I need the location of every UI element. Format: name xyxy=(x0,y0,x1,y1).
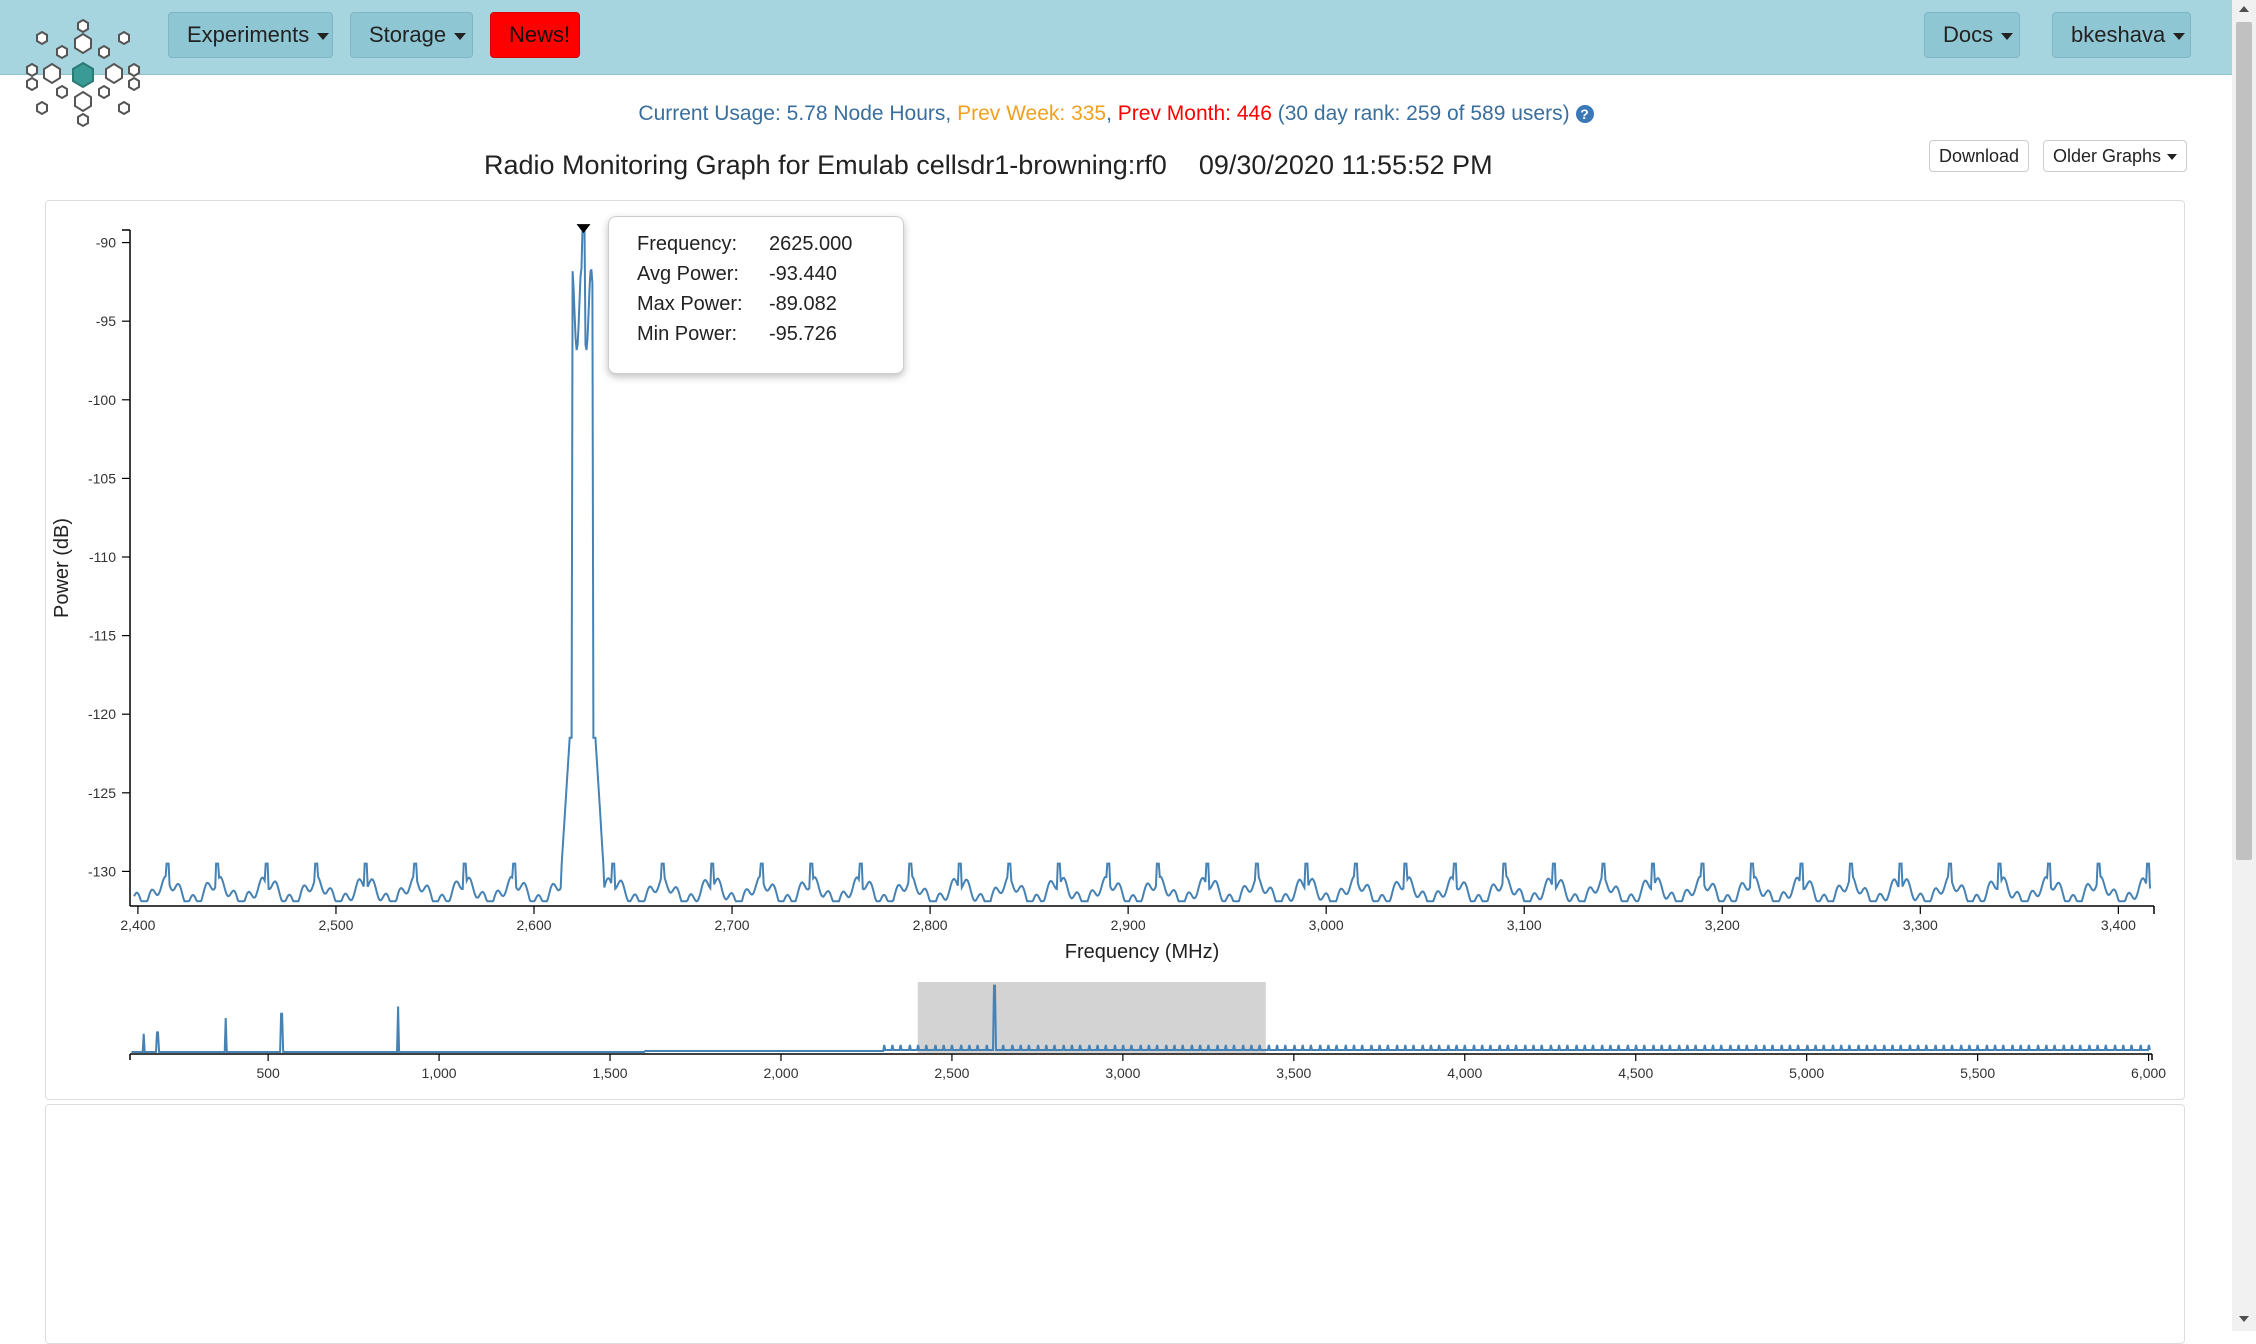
hover-marker xyxy=(576,224,591,234)
x-tick-label: 3,000 xyxy=(1309,917,1344,933)
y-tick-label: -110 xyxy=(89,549,116,565)
x-tick-label: 2,700 xyxy=(715,917,750,933)
x-tick-label: 2,400 xyxy=(120,917,155,933)
y-tick-label: -90 xyxy=(96,235,116,251)
y-tick-label: -125 xyxy=(88,785,116,801)
overview-x-tick-label: 1,000 xyxy=(422,1065,457,1081)
overview-x-tick-label: 1,500 xyxy=(593,1065,628,1081)
spectrum-line[interactable] xyxy=(133,227,2151,903)
tooltip-frequency-value: 2625.000 xyxy=(769,233,853,255)
x-tick-label: 3,400 xyxy=(2101,917,2136,933)
x-tick-label: 2,500 xyxy=(318,917,353,933)
x-tick-label: 3,200 xyxy=(1705,917,1740,933)
x-tick-label: 2,600 xyxy=(516,917,551,933)
tooltip-max-power-value: -89.082 xyxy=(769,293,837,315)
tooltip-avg-power-value: -93.440 xyxy=(769,263,837,285)
tooltip-min-power-label: Min Power: xyxy=(637,323,738,345)
data-tooltip: Frequency: 2625.000 Avg Power: -93.440 Max… xyxy=(608,216,904,374)
x-axis-label: Frequency (MHz) xyxy=(1065,941,1219,963)
radio-monitoring-chart[interactable]: -90 -95 -100 -105 -110 -115 -120 -125 -130 2,400 2… xyxy=(0,0,2232,1331)
tooltip-min-power-value: -95.726 xyxy=(769,323,837,345)
x-tick-label: 3,300 xyxy=(1903,917,1938,933)
y-tick-label: -130 xyxy=(88,863,116,879)
overview-x-tick-label: 5,500 xyxy=(1960,1065,1995,1081)
tooltip-frequency-label: Frequency: xyxy=(637,233,738,255)
y-tick-label: -120 xyxy=(88,706,116,722)
overview-x-tick-label: 6,000 xyxy=(2131,1065,2166,1081)
page-scrollbar[interactable] xyxy=(2232,0,2256,1331)
brush-selection[interactable] xyxy=(917,982,1266,1053)
overview-x-tick-label: 4,500 xyxy=(1618,1065,1653,1081)
x-tick-label: 2,800 xyxy=(913,917,948,933)
tooltip-avg-power-label: Avg Power: xyxy=(637,263,739,285)
scrollbar-thumb[interactable] xyxy=(2236,22,2252,860)
overview-x-tick-label: 2,000 xyxy=(763,1065,798,1081)
overview-x-tick-label: 500 xyxy=(256,1065,280,1081)
scroll-up-arrow-icon[interactable] xyxy=(2239,6,2249,12)
x-tick-label: 2,900 xyxy=(1111,917,1146,933)
y-tick-label: -105 xyxy=(88,470,116,486)
tooltip-max-power-label: Max Power: xyxy=(637,293,743,315)
y-tick-label: -100 xyxy=(88,392,116,408)
overview-x-tick-label: 4,000 xyxy=(1447,1065,1482,1081)
overview-x-tick-label: 3,000 xyxy=(1105,1065,1140,1081)
overview-x-tick-label: 5,000 xyxy=(1789,1065,1824,1081)
y-tick-label: -115 xyxy=(89,628,116,644)
overview-x-tick-label: 3,500 xyxy=(1276,1065,1311,1081)
overview-x-tick-label: 2,500 xyxy=(934,1065,969,1081)
y-axis-label: Power (dB) xyxy=(51,518,73,618)
x-tick-label: 3,100 xyxy=(1507,917,1542,933)
powder-snowflake-logo[interactable] xyxy=(20,16,146,130)
y-tick-label: -95 xyxy=(96,313,116,329)
scroll-down-arrow-icon[interactable] xyxy=(2239,1316,2249,1322)
